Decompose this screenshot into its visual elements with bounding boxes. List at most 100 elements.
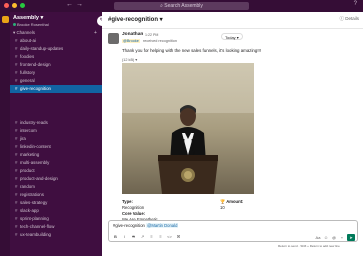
window-controls (4, 3, 25, 8)
channel-label: linkedin-content (20, 144, 51, 149)
emoji-icon[interactable]: ☺ (323, 235, 329, 241)
user-mention[interactable]: @Brooke (122, 39, 140, 43)
channel-label: general (20, 78, 35, 83)
help-icon[interactable]: ? (354, 1, 357, 7)
sidebar-channel-product-and-design[interactable]: # product-and-design (10, 175, 102, 183)
channel-hash-icon: # (15, 78, 18, 83)
online-status-icon (13, 23, 16, 26)
sidebar-channel-general[interactable]: # general (10, 77, 102, 85)
workspace-switcher-icon[interactable] (2, 16, 9, 23)
channel-hash-icon: # (15, 160, 18, 165)
sidebar-channel-linkedin-content[interactable]: # linkedin-content (10, 143, 102, 151)
sidebar-channel-about-ai[interactable]: # about-ai (10, 37, 102, 45)
message-list: Jonathan 1:22 PM @Brooke received recogn… (102, 29, 363, 229)
date-divider-pill[interactable]: Today ▾ (221, 33, 243, 40)
sidebar-channel-multi-assembly[interactable]: # multi-assembly (10, 159, 102, 167)
channel-label: frontend-design (20, 62, 51, 67)
format-toolbar: B I S ↗ ≡ ≡ <> ⌘ (112, 234, 182, 240)
trophy-icon: 🏆 (220, 199, 226, 204)
workspace-rail (0, 12, 10, 256)
channel-label: sales-strategy (20, 200, 48, 205)
channel-label: daily-standup-updates (20, 46, 64, 51)
sidebar-channel-intercom[interactable]: # intercom (10, 127, 102, 135)
channel-hash-icon: # (15, 200, 18, 205)
strikethrough-button[interactable]: S (130, 234, 137, 240)
minimize-window-button[interactable] (12, 3, 17, 8)
channel-label: intercom (20, 128, 37, 133)
channel-label: multi-assembly (20, 160, 50, 165)
avatar[interactable] (108, 33, 119, 44)
workspace-name[interactable]: Assembly ▾ (13, 15, 43, 21)
sidebar-channel-fullstory[interactable]: # fullstory (10, 69, 102, 77)
channel-label: sprint-planning (20, 216, 49, 221)
sidebar-channel-jira[interactable]: # jira (10, 135, 102, 143)
channels-section-toggle[interactable]: ▾ Channels (13, 30, 35, 36)
attach-icon[interactable]: ⌁ (339, 235, 345, 241)
channel-hash-icon: # (15, 232, 18, 237)
composer-hint: Return to send · Shift + Return to add n… (278, 244, 340, 248)
podium-photo[interactable] (122, 63, 254, 194)
bold-button[interactable]: B (112, 234, 119, 240)
channel-label: fullstory (20, 70, 36, 75)
channel-hash-icon: # (15, 192, 18, 197)
title-bar: ←→ ⌕ Search Assembly ? (0, 0, 363, 12)
channel-view: #give-recognition ▾ ⓘ Details Jonathan 1… (102, 12, 363, 256)
sidebar-channel-industry-reads[interactable]: # industry-reads (10, 119, 102, 127)
send-button[interactable]: ➤ (347, 234, 355, 241)
channel-label: tech-channel-flow (20, 224, 55, 229)
sidebar-channel-ux-teambuilding[interactable]: # ux-teambuilding (10, 231, 102, 239)
channel-label: ux-teambuilding (20, 232, 51, 237)
channel-hash-icon: # (15, 216, 18, 221)
search-icon: ⌕ (160, 3, 163, 9)
composer-mention[interactable]: @Martin Donald (146, 223, 179, 228)
sidebar-channel-random[interactable]: # random (10, 183, 102, 191)
sidebar-channel-slack-app[interactable]: # slack-app (10, 207, 102, 215)
message-time[interactable]: 1:22 PM (145, 33, 158, 37)
details-button[interactable]: ⓘ Details (339, 16, 359, 22)
channel-hash-icon: # (15, 136, 18, 141)
link-button[interactable]: ↗ (139, 234, 146, 240)
search-placeholder: Search Assembly (164, 3, 203, 9)
italic-button[interactable]: I (121, 234, 128, 240)
channel-label: product-and-design (20, 176, 58, 181)
user-status: Brooke Rosenthal (13, 22, 49, 27)
search-bar[interactable]: ⌕ Search Assembly (114, 2, 249, 10)
sidebar-channel-marketing[interactable]: # marketing (10, 151, 102, 159)
sidebar-channel-registrations[interactable]: # registrations (10, 191, 102, 199)
add-channel-button[interactable]: + (94, 30, 97, 36)
channel-label: give-recognition (20, 86, 51, 91)
message-composer[interactable]: #give-recognition @Martin Donald B I S ↗… (108, 220, 358, 242)
type-value: Recognition (122, 205, 145, 210)
composer-input[interactable]: #give-recognition @Martin Donald (113, 223, 179, 228)
maximize-window-button[interactable] (20, 3, 25, 8)
sidebar-channel-sales-strategy[interactable]: # sales-strategy (10, 199, 102, 207)
sidebar-channel-give-recognition[interactable]: # give-recognition (10, 85, 102, 93)
channel-label: product (20, 168, 35, 173)
channel-title[interactable]: #give-recognition ▾ (108, 16, 163, 23)
code-block-button[interactable]: ⌘ (175, 234, 182, 240)
sidebar: Assembly ▾ Brooke Rosenthal ✎ ▾ Channels… (10, 12, 107, 256)
image-meta[interactable]: (12 kB) ▾ (122, 57, 137, 62)
sidebar-channel-product[interactable]: # product (10, 167, 102, 175)
history-nav[interactable]: ←→ (66, 1, 86, 8)
close-window-button[interactable] (4, 3, 9, 8)
sidebar-channel-frontend-design[interactable]: # frontend-design (10, 61, 102, 69)
channel-hash-icon: # (15, 62, 18, 67)
channel-hash-icon: # (15, 152, 18, 157)
message-sender[interactable]: Jonathan (122, 32, 143, 37)
channel-label: random (20, 184, 35, 189)
message-body: Thank you for helping with the new sales… (122, 48, 261, 53)
mention-icon[interactable]: @ (331, 235, 337, 241)
ordered-list-button[interactable]: ≡ (148, 234, 155, 240)
channel-hash-icon: # (15, 38, 18, 43)
sidebar-channel-sprint-planning[interactable]: # sprint-planning (10, 215, 102, 223)
sidebar-channel-tech-channel-flow[interactable]: # tech-channel-flow (10, 223, 102, 231)
channel-hash-icon: # (15, 86, 18, 91)
sidebar-channel-daily-standup-updates[interactable]: # daily-standup-updates (10, 45, 102, 53)
channel-hash-icon: # (15, 54, 18, 59)
channel-label: registrations (20, 192, 44, 197)
sidebar-channel-foodies[interactable]: # foodies (10, 53, 102, 61)
bullet-list-button[interactable]: ≡ (157, 234, 164, 240)
text-format-icon[interactable]: Aa (315, 235, 321, 241)
code-button[interactable]: <> (166, 234, 173, 240)
